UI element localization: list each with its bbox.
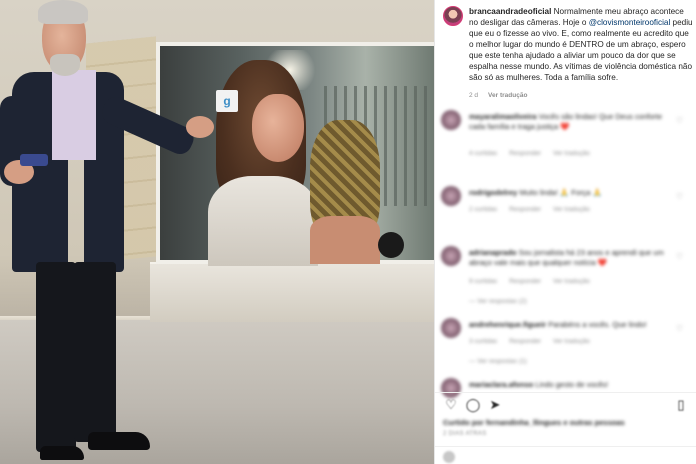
post-photo[interactable]: g — [0, 0, 434, 464]
commenter-avatar[interactable] — [441, 110, 461, 130]
hugged-woman-shoulder — [310, 216, 380, 264]
like-heart-icon[interactable]: ♡ — [676, 192, 685, 201]
commenter-username[interactable]: adrianaprado — [469, 248, 517, 257]
share-icon[interactable]: ➤ — [487, 397, 503, 413]
caption-body-2: pediu que eu o fizesse ao vivo. E, como … — [469, 18, 693, 82]
presenter-right-hand — [186, 116, 214, 138]
view-replies-link[interactable]: — Ver respostas (2) — [469, 298, 527, 305]
comment-likes[interactable]: 2 curtidas — [469, 206, 497, 213]
reply-link[interactable]: Responder — [509, 150, 541, 157]
reply-link[interactable]: Responder — [509, 338, 541, 345]
comment-text: rodrigodelrey Muito linda! 🙏 Força 🙏 — [469, 188, 675, 198]
reporter-shirt — [208, 176, 318, 266]
tv-presenter — [0, 0, 220, 464]
reporter-face — [252, 94, 304, 162]
comment-meta: 3 curtidas Responder Ver tradução — [469, 338, 590, 345]
heart-icon[interactable]: ♡ — [443, 397, 459, 413]
comment-text: andrehenrique.figueir Parabéns a vocês. … — [469, 320, 675, 330]
presenter-hair — [38, 0, 88, 24]
like-heart-icon[interactable]: ♡ — [676, 324, 685, 333]
comments-list: mayaralimaoliveira Vocês são lindas! Que… — [435, 104, 696, 404]
comment-meta: 4 curtidas Responder Ver tradução — [469, 150, 590, 157]
comment-text: mariaclara.afonso Lindo gesto de vocês! — [469, 380, 675, 390]
author-username[interactable]: brancaandradeoficial — [469, 7, 551, 16]
caption-meta: 2 d Ver tradução — [469, 92, 527, 99]
author-avatar[interactable] — [443, 6, 463, 26]
like-heart-icon[interactable]: ♡ — [676, 252, 685, 261]
comment-text: adrianaprado Sou jornalista há 23 anos e… — [469, 248, 675, 268]
likes-summary[interactable]: Curtido por fernandinha_llingues e outra… — [443, 418, 625, 427]
translate-link[interactable]: Ver tradução — [553, 338, 590, 345]
commenter-avatar[interactable] — [441, 186, 461, 206]
see-translation-link[interactable]: Ver tradução — [488, 92, 527, 99]
comment-meta: 9 curtidas Responder Ver tradução — [469, 278, 590, 285]
post-timestamp: 2 DIAS ATRÁS — [443, 431, 487, 437]
commenter-avatar[interactable] — [441, 318, 461, 338]
post-actions-bar: ♡ ◯ ➤ ▯ — [435, 392, 696, 414]
commenter-avatar[interactable] — [441, 246, 461, 266]
commenter-username[interactable]: andrehenrique.figueir — [469, 320, 546, 329]
view-replies-link[interactable]: — Ver respostas (1) — [469, 358, 527, 365]
comment-icon[interactable]: ◯ — [465, 397, 481, 413]
presenter-left-shoe — [40, 446, 84, 460]
comment-likes[interactable]: 3 curtidas — [469, 338, 497, 345]
comment-body: Lindo gesto de vocês! — [535, 380, 609, 389]
comment-text: mayaralimaoliveira Vocês são lindas! Que… — [469, 112, 675, 132]
presenter-right-shoe — [88, 432, 150, 450]
post-age: 2 d — [469, 92, 479, 99]
presenter-left-leg — [36, 262, 76, 452]
reply-link[interactable]: Responder — [509, 278, 541, 285]
commenter-username[interactable]: mayaralimaoliveira — [469, 112, 537, 121]
caption-mention-link[interactable]: @clovismonteirooficial — [589, 18, 671, 27]
presenter-right-leg — [74, 262, 116, 442]
comment-likes[interactable]: 4 curtidas — [469, 150, 497, 157]
bookmark-icon[interactable]: ▯ — [673, 397, 689, 413]
caption-text: brancaandradeoficial Normalmente meu abr… — [469, 6, 695, 83]
commenter-username[interactable]: rodrigodelrey — [469, 188, 517, 197]
translate-link[interactable]: Ver tradução — [553, 206, 590, 213]
translate-link[interactable]: Ver tradução — [553, 150, 590, 157]
microphone-icon — [378, 232, 404, 258]
current-user-avatar — [443, 451, 455, 463]
comment-meta: 2 curtidas Responder Ver tradução — [469, 206, 590, 213]
add-comment-bar[interactable] — [435, 446, 696, 464]
comment-body: Muito linda! 🙏 Força 🙏 — [519, 188, 602, 197]
translate-link[interactable]: Ver tradução — [553, 278, 590, 285]
commenter-username[interactable]: mariaclara.afonso — [469, 380, 533, 389]
comment-body: Parabéns a vocês. Que lindo! — [548, 320, 647, 329]
presenter-shirt — [52, 70, 96, 160]
comment-likes[interactable]: 9 curtidas — [469, 278, 497, 285]
like-heart-icon[interactable]: ♡ — [676, 116, 685, 125]
phone-icon — [20, 154, 48, 166]
reply-link[interactable]: Responder — [509, 206, 541, 213]
comments-panel: brancaandradeoficial Normalmente meu abr… — [434, 0, 696, 464]
presenter-beard — [50, 54, 80, 76]
